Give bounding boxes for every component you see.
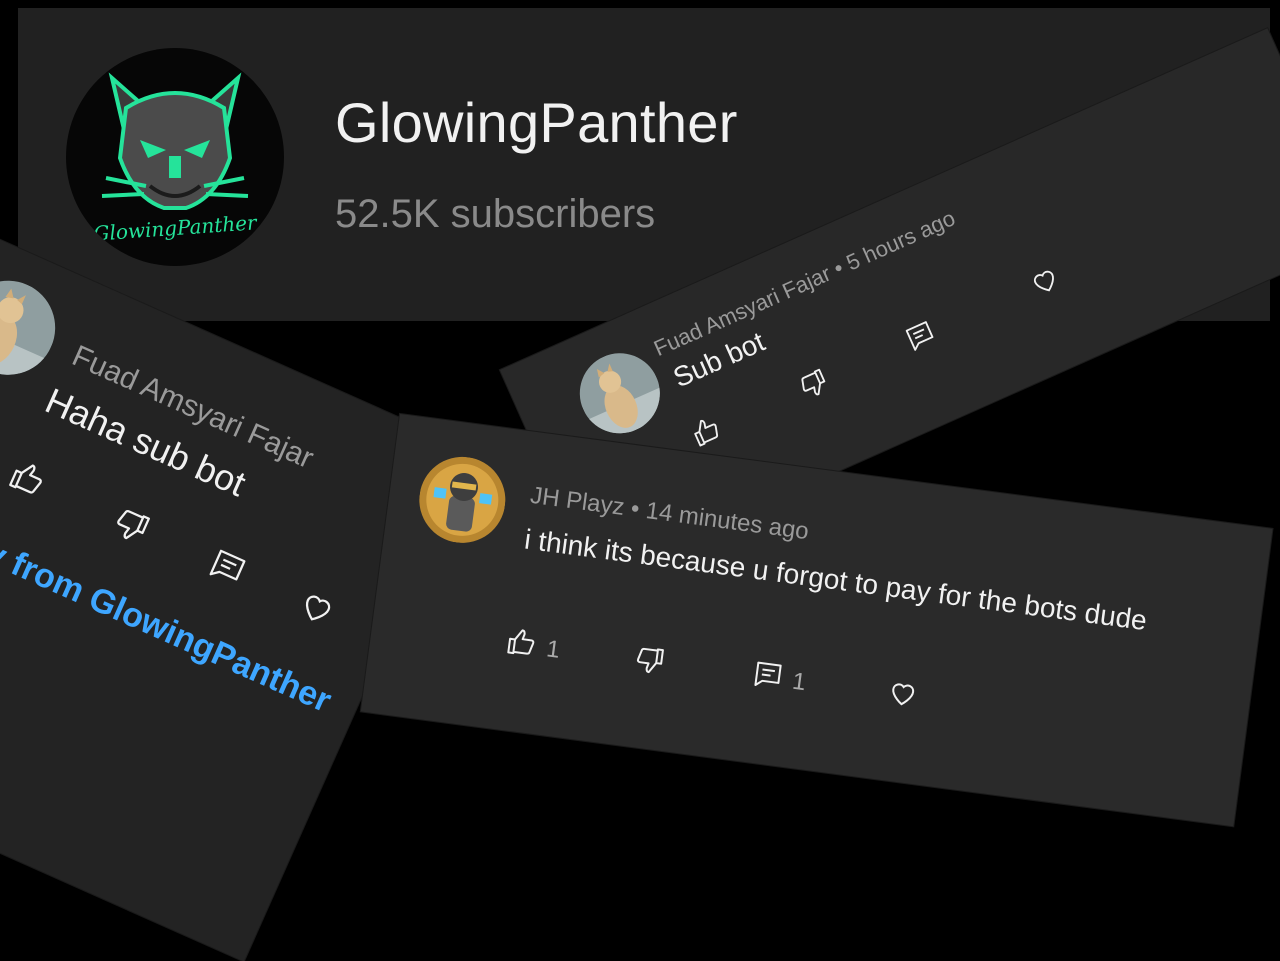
comment-card: JH Playz • 14 minutes ago i think its be… [360,414,1273,827]
player-avatar-image [414,451,511,549]
subscriber-count: 52.5K subscribers [335,192,656,236]
thumbs-up-icon[interactable] [6,457,51,502]
commenter-avatar[interactable] [0,265,71,390]
thumbs-up-icon[interactable] [505,626,539,660]
comment-text: i think its because u forgot to pay for … [522,523,1149,637]
commenter-avatar[interactable] [567,340,673,447]
like-count: 1 [544,635,562,664]
thumbs-down-icon[interactable] [794,366,831,403]
reply-count: 1 [790,667,808,697]
thumbs-down-icon[interactable] [108,502,153,547]
heart-icon[interactable] [295,585,340,630]
heart-icon[interactable] [1026,262,1063,299]
comment-icon[interactable] [205,545,250,590]
comment-icon[interactable] [751,658,785,692]
comment-icon[interactable] [902,318,939,355]
thumbs-up-icon[interactable] [688,413,725,450]
channel-avatar[interactable]: GlowingPanther [66,48,284,266]
channel-name[interactable]: GlowingPanther [335,90,738,155]
cat-avatar-image [567,340,673,447]
heart-icon[interactable] [886,676,920,710]
commenter-avatar[interactable] [414,451,511,549]
thumbs-down-icon[interactable] [632,643,666,677]
view-replies-link[interactable]: 1 reply from GlowingPanther [0,496,337,721]
cat-avatar-image [0,265,71,390]
